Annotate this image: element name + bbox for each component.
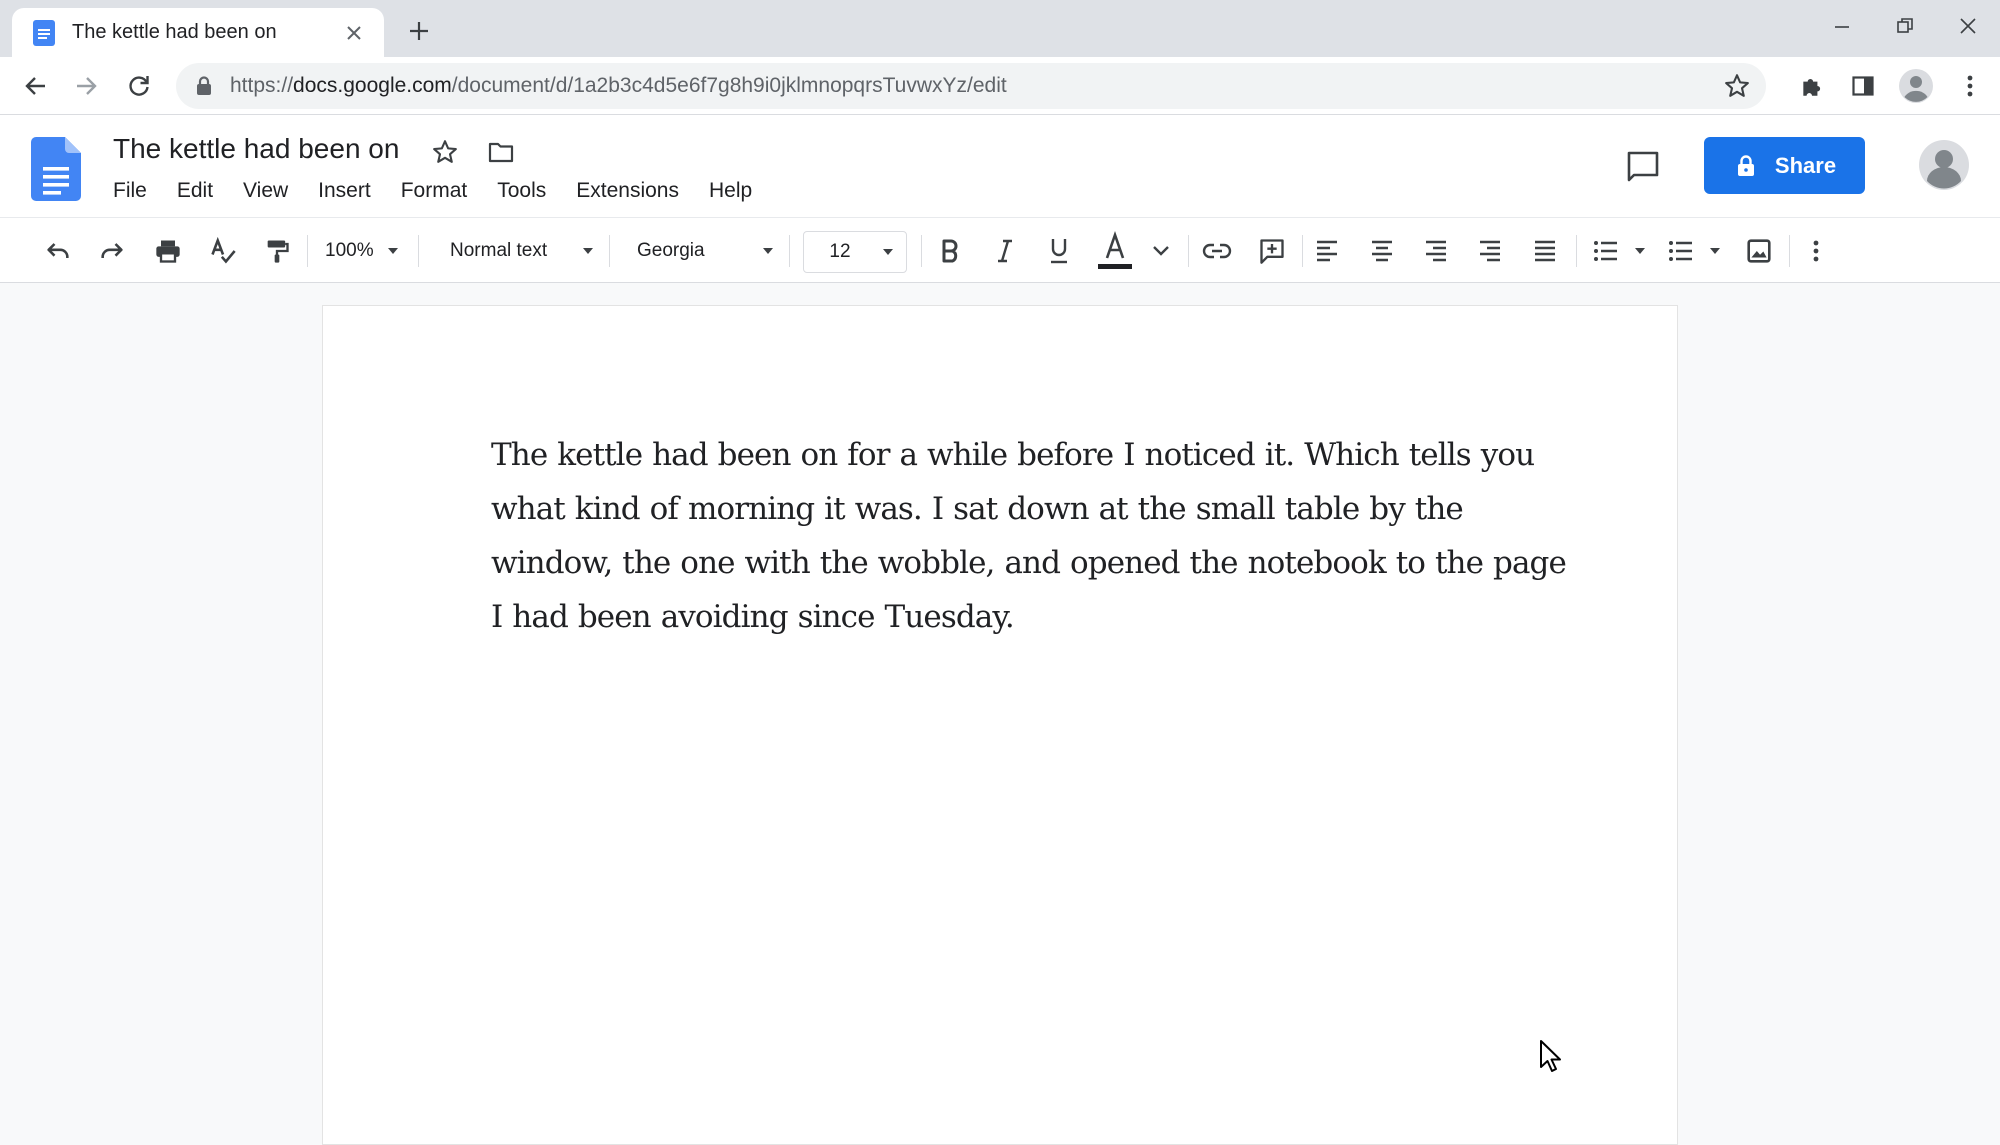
window-close-icon[interactable]: [1938, 8, 1998, 44]
back-arrow-icon[interactable]: [16, 66, 56, 106]
browser-toolbar: https://docs.google.com/document/d/1a2b3…: [0, 57, 2000, 115]
font-size-field[interactable]: 12: [803, 231, 907, 273]
spellcheck-icon[interactable]: [205, 233, 241, 269]
toolbar-divider: [1576, 235, 1577, 267]
chevron-down-icon[interactable]: [876, 244, 900, 260]
folder-icon[interactable]: [484, 135, 518, 169]
docs-logo-icon[interactable]: [30, 137, 82, 201]
toolbar-divider: [609, 235, 610, 267]
more-vert-icon[interactable]: [1952, 68, 1988, 104]
font-dropdown[interactable]: Georgia: [637, 231, 776, 271]
chevron-down-icon: [385, 243, 401, 259]
menu-insert[interactable]: Insert: [303, 175, 386, 207]
align-justify-icon[interactable]: [1527, 233, 1563, 269]
share-label: Share: [1774, 152, 1837, 178]
account-icon[interactable]: [1917, 138, 1971, 192]
minimize-icon[interactable]: [1812, 8, 1872, 44]
mouse-cursor-icon: [1538, 1038, 1564, 1076]
align-center-icon[interactable]: [1364, 233, 1400, 269]
url-host: docs.google.com: [293, 74, 452, 97]
bold-icon[interactable]: [932, 233, 968, 269]
align-right-icon[interactable]: [1472, 233, 1508, 269]
print-icon[interactable]: [150, 233, 186, 269]
toolbar-divider: [1188, 235, 1189, 267]
profile-icon[interactable]: [1896, 66, 1936, 106]
document-body-text[interactable]: The kettle had been on for a while befor…: [491, 428, 1571, 644]
url-scheme: https://: [230, 74, 294, 97]
lock-icon: [1733, 153, 1759, 179]
document-canvas: The kettle had been on for a while befor…: [0, 284, 2000, 1145]
menu-tools[interactable]: Tools: [482, 175, 561, 207]
url-text: https://docs.google.com/document/d/1a2b3…: [230, 74, 1722, 98]
menu-edit[interactable]: Edit: [162, 175, 228, 207]
chevron-down-icon[interactable]: [1698, 233, 1732, 269]
document-page[interactable]: The kettle had been on for a while befor…: [322, 305, 1678, 1145]
plus-icon[interactable]: [402, 14, 436, 48]
docs-favicon-icon: [30, 19, 58, 47]
font-size-value: 12: [829, 241, 851, 262]
menu-file[interactable]: File: [98, 175, 162, 207]
bookmark-star-icon[interactable]: [1722, 71, 1752, 101]
toolbar-divider: [1302, 235, 1303, 267]
menu-format[interactable]: Format: [386, 175, 483, 207]
underline-icon[interactable]: [1041, 233, 1077, 269]
chevron-down-icon[interactable]: [1143, 233, 1179, 269]
text-color-icon[interactable]: [1094, 230, 1136, 274]
image-icon[interactable]: [1741, 233, 1777, 269]
reload-icon[interactable]: [119, 66, 159, 106]
close-icon[interactable]: [340, 19, 368, 47]
undo-icon[interactable]: [40, 233, 76, 269]
toolbar-divider: [307, 235, 308, 267]
numbered-list-icon[interactable]: [1663, 233, 1699, 269]
toolbar-divider: [789, 235, 790, 267]
comment-icon[interactable]: [1622, 145, 1664, 187]
url-path: /document/d/1a2b3c4d5e6f7g8h9i0jklmnopqr…: [451, 74, 1007, 97]
toolbar-divider: [921, 235, 922, 267]
paragraph-style-value: Normal text: [450, 240, 548, 261]
link-icon[interactable]: [1199, 233, 1235, 269]
redo-icon[interactable]: [94, 233, 130, 269]
side-panel-icon[interactable]: [1845, 68, 1881, 104]
share-button[interactable]: Share: [1704, 137, 1865, 194]
chevron-down-icon: [580, 243, 596, 259]
toolbar-divider: [1789, 235, 1790, 267]
zoom-dropdown[interactable]: 100%: [325, 231, 401, 271]
document-title[interactable]: The kettle had been on: [113, 133, 399, 165]
chevron-down-icon: [760, 243, 776, 259]
menu-extensions[interactable]: Extensions: [561, 175, 694, 207]
menu-view[interactable]: View: [228, 175, 303, 207]
menu-help[interactable]: Help: [694, 175, 767, 207]
lock-icon[interactable]: [190, 72, 218, 100]
more-vert-icon[interactable]: [1798, 233, 1834, 269]
tab-title: The kettle had been on: [72, 21, 277, 43]
align-left-icon[interactable]: [1309, 233, 1345, 269]
paint-format-icon[interactable]: [259, 233, 295, 269]
add-comment-icon[interactable]: [1254, 233, 1290, 269]
paragraph-style-dropdown[interactable]: Normal text: [450, 231, 596, 271]
star-icon[interactable]: [428, 135, 462, 169]
docs-header: The kettle had been on File Edit View In…: [0, 115, 2000, 217]
italic-icon[interactable]: [987, 233, 1023, 269]
restore-icon[interactable]: [1875, 8, 1935, 44]
menu-bar: File Edit View Insert Format Tools Exten…: [98, 175, 767, 207]
formatting-toolbar: 100% Normal text Georgia 12: [0, 217, 2000, 283]
toolbar-divider: [418, 235, 419, 267]
bulleted-list-icon[interactable]: [1588, 233, 1624, 269]
font-value: Georgia: [637, 240, 705, 261]
browser-tab[interactable]: The kettle had been on: [12, 8, 384, 57]
align-right-icon[interactable]: [1418, 233, 1454, 269]
forward-arrow-icon[interactable]: [66, 66, 106, 106]
address-bar[interactable]: https://docs.google.com/document/d/1a2b3…: [176, 63, 1766, 109]
zoom-value: 100%: [325, 240, 374, 261]
chevron-down-icon[interactable]: [1623, 233, 1657, 269]
browser-tab-strip: The kettle had been on: [0, 0, 2000, 57]
extensions-icon[interactable]: [1794, 68, 1830, 104]
